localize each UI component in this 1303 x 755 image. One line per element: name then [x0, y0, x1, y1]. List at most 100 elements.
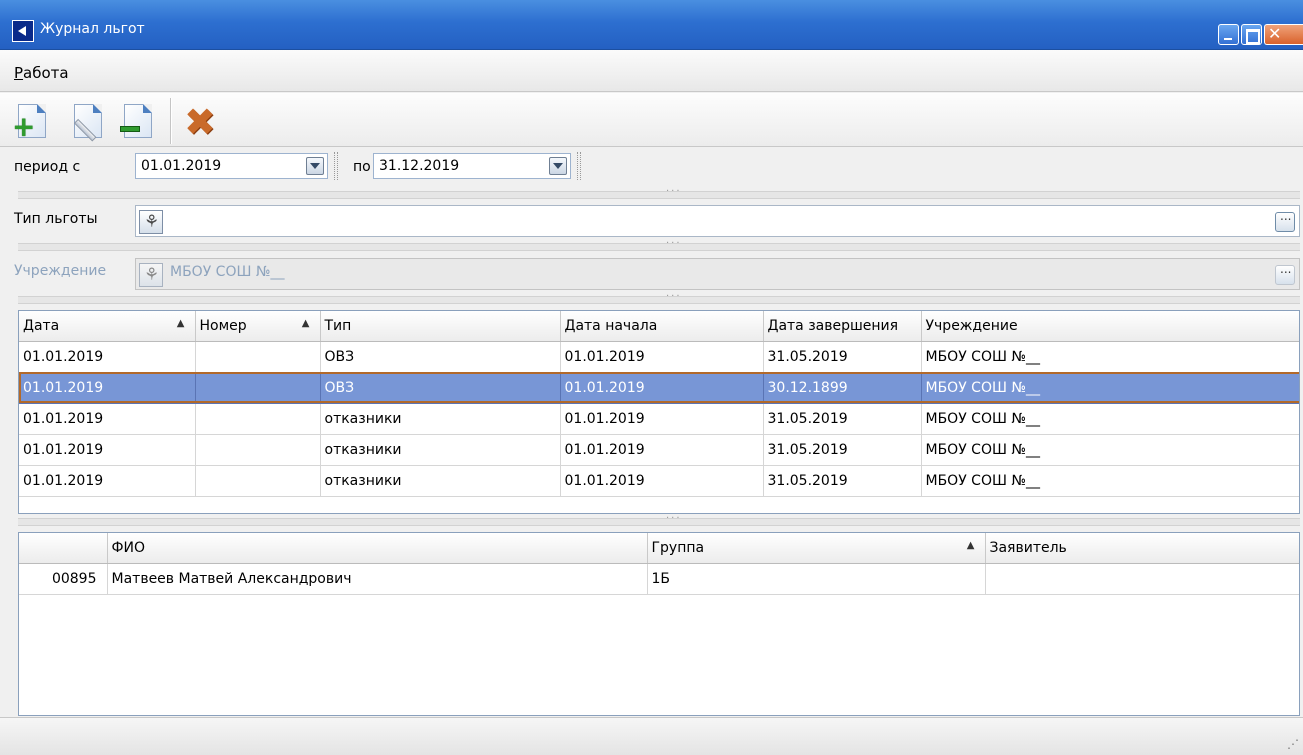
benefits-table[interactable]: Дата ▲ Номер ▲ Тип Дата начала Дата заверш…	[18, 310, 1300, 514]
table-row[interactable]: 01.01.2019 отказники 01.01.2019 31.05.20…	[19, 403, 1299, 435]
lookup-icon[interactable]	[139, 210, 163, 234]
menu-work[interactable]: Работа	[14, 64, 69, 82]
table-row-selected[interactable]: 01.01.2019 ОВЗ 01.01.2019 30.12.1899 МБО…	[19, 372, 1299, 404]
cell-start-date[interactable]: 01.01.2019	[560, 403, 764, 435]
cell-date[interactable]: 01.01.2019	[19, 403, 196, 435]
benefit-type-label: Тип льготы	[14, 211, 98, 227]
cancel-button[interactable]: ✖	[178, 100, 222, 144]
minimize-button[interactable]	[1218, 24, 1239, 45]
minus-icon	[120, 126, 140, 132]
cell-group[interactable]: 1Б	[647, 563, 986, 595]
table-row[interactable]: 00895 Матвеев Матвей Александрович 1Б	[19, 563, 1299, 595]
drag-grip[interactable]	[577, 152, 581, 180]
cell-applicant[interactable]	[985, 563, 1299, 595]
add-button[interactable]: +	[10, 100, 54, 144]
cell-date[interactable]: 01.01.2019	[19, 372, 196, 404]
app-icon	[12, 20, 34, 42]
cell-number[interactable]	[195, 372, 321, 404]
column-header-applicant[interactable]: Заявитель	[985, 533, 1299, 564]
date-from-value[interactable]: 01.01.2019	[141, 158, 221, 174]
cell-type[interactable]: отказники	[320, 465, 561, 497]
table-row[interactable]: 01.01.2019 отказники 01.01.2019 31.05.20…	[19, 434, 1299, 466]
institution-field	[135, 258, 1300, 290]
institution-value: МБОУ СОШ №__	[170, 264, 285, 280]
column-header-institution[interactable]: Учреждение	[921, 311, 1299, 342]
period-to-label: по	[353, 159, 371, 175]
window-title: Журнал льгот	[40, 21, 145, 37]
cell-date[interactable]: 01.01.2019	[19, 341, 196, 373]
splitter[interactable]: ···	[18, 186, 1300, 199]
delete-button[interactable]	[116, 100, 160, 144]
close-button[interactable]	[1264, 24, 1303, 45]
cell-start-date[interactable]: 01.01.2019	[560, 465, 764, 497]
column-header-date[interactable]: Дата ▲	[19, 311, 196, 342]
cell-end-date[interactable]: 31.05.2019	[763, 465, 922, 497]
ellipsis-button	[1275, 262, 1295, 285]
chevron-down-icon[interactable]	[549, 157, 567, 175]
column-header-name[interactable]: ФИО	[107, 533, 648, 564]
table-header-row: Дата ▲ Номер ▲ Тип Дата начала Дата заверш…	[19, 311, 1299, 342]
cell-start-date[interactable]: 01.01.2019	[560, 341, 764, 373]
date-to-value[interactable]: 31.12.2019	[379, 158, 459, 174]
cell-type[interactable]: отказники	[320, 434, 561, 466]
cell-institution[interactable]: МБОУ СОШ №__	[921, 403, 1299, 435]
column-header-id[interactable]	[19, 533, 108, 564]
cell-id[interactable]: 00895	[19, 563, 108, 595]
column-header-end-date[interactable]: Дата завершения	[763, 311, 922, 342]
sort-asc-icon: ▲	[176, 317, 185, 329]
sort-asc-icon: ▲	[301, 317, 310, 329]
date-to-field[interactable]: 31.12.2019	[373, 153, 571, 179]
cell-institution[interactable]: МБОУ СОШ №__	[921, 372, 1299, 404]
cell-end-date[interactable]: 31.05.2019	[763, 434, 922, 466]
splitter[interactable]: ···	[18, 513, 1300, 526]
cell-start-date[interactable]: 01.01.2019	[560, 372, 764, 404]
cell-type[interactable]: ОВЗ	[320, 341, 561, 373]
cell-date[interactable]: 01.01.2019	[19, 465, 196, 497]
splitter[interactable]: ···	[18, 238, 1300, 251]
menu-bar	[0, 50, 1303, 92]
column-header-number[interactable]: Номер ▲	[195, 311, 321, 342]
maximize-button[interactable]	[1241, 24, 1262, 45]
edit-button[interactable]	[66, 100, 110, 144]
column-header-start-date[interactable]: Дата начала	[560, 311, 764, 342]
cell-type[interactable]: ОВЗ	[320, 372, 561, 404]
document-icon	[124, 104, 152, 138]
resize-grip-icon[interactable]: ⋰	[1287, 737, 1299, 751]
ellipsis-button[interactable]	[1275, 209, 1295, 232]
column-header-group[interactable]: Группа ▲	[647, 533, 986, 564]
cell-institution[interactable]: МБОУ СОШ №__	[921, 341, 1299, 373]
plus-icon: +	[12, 110, 36, 143]
table-header-row: ФИО Группа ▲ Заявитель	[19, 533, 1299, 564]
cell-end-date[interactable]: 31.05.2019	[763, 403, 922, 435]
cell-name[interactable]: Матвеев Матвей Александрович	[107, 563, 648, 595]
cell-end-date[interactable]: 30.12.1899	[763, 372, 922, 404]
cell-date[interactable]: 01.01.2019	[19, 434, 196, 466]
toolbar-separator	[170, 98, 172, 144]
cell-institution[interactable]: МБОУ СОШ №__	[921, 465, 1299, 497]
menu-work-label: Работа	[14, 64, 69, 82]
date-from-field[interactable]: 01.01.2019	[135, 153, 328, 179]
cell-type[interactable]: отказники	[320, 403, 561, 435]
cell-number[interactable]	[195, 434, 321, 466]
table-row[interactable]: 01.01.2019 отказники 01.01.2019 31.05.20…	[19, 465, 1299, 497]
splitter[interactable]: ···	[18, 291, 1300, 304]
students-table[interactable]: ФИО Группа ▲ Заявитель 00895 Матвеев Матв…	[18, 532, 1300, 716]
drag-grip[interactable]	[334, 152, 338, 180]
cell-number[interactable]	[195, 341, 321, 373]
cell-end-date[interactable]: 31.05.2019	[763, 341, 922, 373]
cancel-x-icon: ✖	[184, 100, 216, 144]
institution-label: Учреждение	[14, 263, 107, 279]
table-row[interactable]: 01.01.2019 ОВЗ 01.01.2019 31.05.2019 МБО…	[19, 341, 1299, 373]
sort-asc-icon: ▲	[966, 539, 975, 551]
column-header-type[interactable]: Тип	[320, 311, 561, 342]
cell-institution[interactable]: МБОУ СОШ №__	[921, 434, 1299, 466]
cell-start-date[interactable]: 01.01.2019	[560, 434, 764, 466]
cell-number[interactable]	[195, 465, 321, 497]
period-from-label: период с	[14, 159, 81, 175]
benefit-type-field[interactable]	[135, 205, 1300, 237]
chevron-down-icon[interactable]	[306, 157, 324, 175]
lookup-icon	[139, 263, 163, 287]
cell-number[interactable]	[195, 403, 321, 435]
status-bar	[0, 717, 1303, 755]
title-bar[interactable]	[0, 0, 1303, 50]
